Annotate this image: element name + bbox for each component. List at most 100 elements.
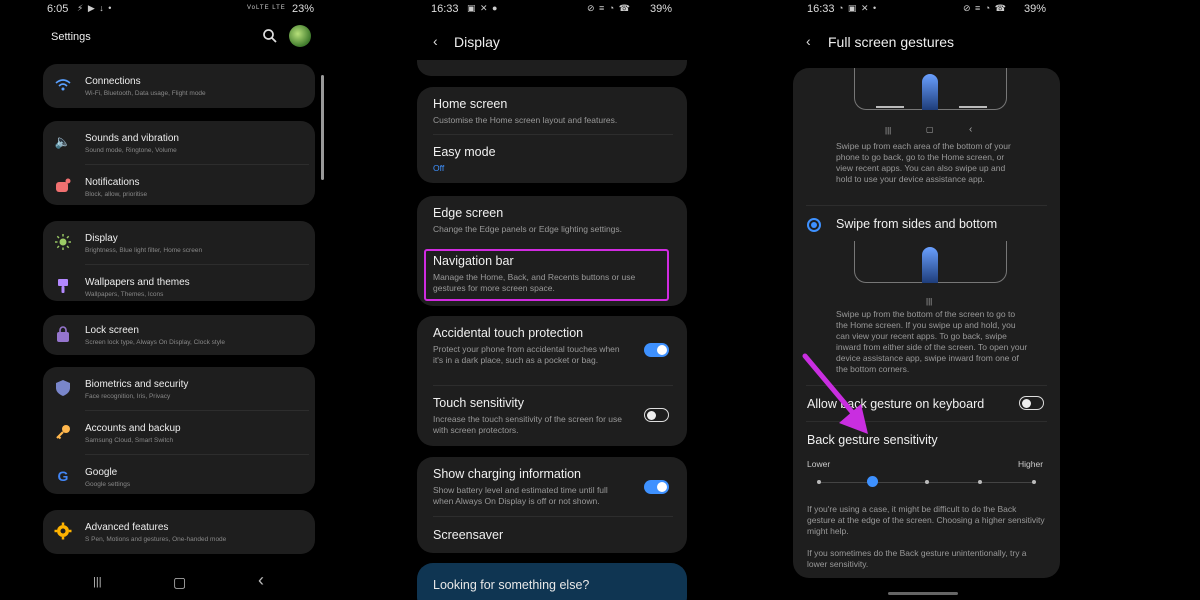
settings-item-charging-info[interactable]: Show charging information Show battery l… (417, 457, 687, 517)
highlight-box (424, 249, 669, 301)
settings-item-title: Lock screen (85, 325, 139, 336)
full-screen-gestures-screen: 16:33 ◔ ▣ ✕ • ⊘ ≡ ◔ ☎ 39% ‹ Full screen … (793, 0, 1068, 600)
wifi-icon (55, 79, 71, 91)
settings-item-touch-sensitivity[interactable]: Touch sensitivity Increase the touch sen… (417, 386, 687, 446)
settings-item-screensaver[interactable]: Screensaver (417, 517, 687, 553)
settings-group-advanced: Advanced features S Pen, Motions and ges… (43, 510, 315, 554)
network-indicator: VoLTE LTE (247, 5, 286, 11)
settings-item-subtitle: Protect your phone from accidental touch… (433, 344, 620, 365)
settings-group-security: Biometrics and security Face recognition… (43, 367, 315, 494)
search-icon[interactable] (262, 28, 278, 44)
settings-item-google[interactable]: G Google Google settings (43, 455, 315, 499)
looking-for-something-card[interactable]: Looking for something else? (417, 563, 687, 600)
settings-item-subtitle: Show battery level and estimated time un… (433, 485, 608, 506)
display-group-home: Home screen Customise the Home screen la… (417, 87, 687, 183)
settings-screen: 6:05 ⚡ ▶ ↓ • VoLTE LTE 23% Settings Conn… (33, 0, 328, 600)
settings-item-biometrics[interactable]: Biometrics and security Face recognition… (43, 367, 315, 411)
settings-item-accounts[interactable]: Accounts and backup Samsung Cloud, Smart… (43, 411, 315, 455)
settings-item-title: Show charging information (433, 467, 581, 481)
status-bar: 16:33 ▣ ✕ ● ⊘ ≡ ◔ ☎ 39% (417, 0, 702, 20)
easy-mode-value: Off (433, 163, 445, 173)
status-icons: ⚡ ▶ ↓ • (77, 3, 113, 13)
settings-item-title: Touch sensitivity (433, 396, 525, 410)
pointer-arrow-icon (802, 353, 868, 434)
settings-item-title: Google (85, 467, 118, 478)
touch-sensitivity-toggle[interactable] (644, 408, 669, 422)
settings-item-title: Connections (85, 76, 141, 87)
settings-item-lock-screen[interactable]: Lock screen Screen lock type, Always On … (43, 313, 315, 357)
brush-icon (58, 279, 68, 293)
settings-item-easy-mode[interactable]: Easy mode Off (417, 135, 687, 183)
status-icons: ▣ ✕ ● (467, 3, 499, 13)
settings-group-sounds: 🔈 Sounds and vibration Sound mode, Ringt… (43, 121, 315, 205)
scrollbar[interactable] (321, 75, 324, 180)
settings-item-title: Sounds and vibration (85, 133, 179, 144)
speaker-icon: 🔈 (54, 134, 72, 149)
settings-item-subtitle: Sound mode, Ringtone, Volume (85, 147, 177, 154)
settings-item-home-screen[interactable]: Home screen Customise the Home screen la… (417, 87, 687, 135)
key-icon (56, 425, 70, 440)
settings-item-title: Advanced features (85, 522, 169, 533)
google-icon: G (57, 468, 69, 484)
settings-item-subtitle: Wi-Fi, Bluetooth, Data usage, Flight mod… (85, 90, 206, 97)
settings-item-subtitle: Customise the Home screen layout and fea… (433, 115, 618, 125)
home-indicator (888, 592, 958, 595)
back-arrow-icon[interactable]: ‹ (433, 33, 438, 49)
settings-item-connections[interactable]: Connections Wi-Fi, Bluetooth, Data usage… (43, 64, 315, 108)
recents-button[interactable]: ||| (93, 576, 102, 588)
settings-item-edge-screen[interactable]: Edge screen Change the Edge panels or Ed… (417, 196, 687, 244)
settings-item-subtitle: Brightness, Blue light filter, Home scre… (85, 247, 203, 254)
settings-group-lock: Lock screen Screen lock type, Always On … (43, 315, 315, 355)
settings-item-subtitle: Change the Edge panels or Edge lighting … (433, 224, 623, 234)
accidental-touch-toggle[interactable] (644, 343, 669, 357)
status-time: 16:33 (431, 3, 459, 15)
previous-card (417, 60, 687, 76)
settings-item-subtitle: Wallpapers, Themes, Icons (85, 291, 164, 298)
settings-item-advanced[interactable]: Advanced features S Pen, Motions and ges… (43, 510, 315, 554)
display-screen: 16:33 ▣ ✕ ● ⊘ ≡ ◔ ☎ 39% ‹ Display Home s… (417, 0, 702, 600)
shield-icon (56, 380, 70, 396)
settings-item-title: Screensaver (433, 528, 504, 542)
settings-item-subtitle: Face recognition, Iris, Privacy (85, 393, 171, 400)
home-button[interactable]: ▢ (173, 574, 186, 591)
settings-item-display[interactable]: Display Brightness, Blue light filter, H… (43, 221, 315, 265)
settings-item-title: Home screen (433, 97, 508, 111)
settings-item-title: Easy mode (433, 145, 496, 159)
settings-group-connections: Connections Wi-Fi, Bluetooth, Data usage… (43, 64, 315, 108)
display-group-touch: Accidental touch protection Protect your… (417, 316, 687, 446)
settings-item-wallpapers[interactable]: Wallpapers and themes Wallpapers, Themes… (43, 265, 315, 309)
status-bar: 6:05 ⚡ ▶ ↓ • VoLTE LTE 23% (33, 0, 328, 20)
status-right-icons: ⊘ ≡ ◔ ☎ (587, 3, 631, 13)
settings-item-title: Biometrics and security (85, 379, 189, 390)
settings-item-title: Edge screen (433, 206, 504, 220)
settings-item-subtitle: Increase the touch sensitivity of the sc… (433, 414, 622, 435)
settings-item-subtitle: S Pen, Motions and gestures, One-handed … (85, 536, 227, 543)
page-title: Display (454, 34, 500, 50)
settings-item-subtitle: Samsung Cloud, Smart Switch (85, 437, 174, 444)
settings-item-subtitle: Screen lock type, Always On Display, Clo… (85, 339, 226, 346)
settings-item-notifications[interactable]: Notifications Block, allow, prioritise (43, 165, 315, 209)
looking-for-something-label: Looking for something else? (433, 578, 590, 592)
charging-info-toggle[interactable] (644, 480, 669, 494)
notification-icon (56, 178, 71, 192)
settings-item-sounds[interactable]: 🔈 Sounds and vibration Sound mode, Ringt… (43, 121, 315, 165)
settings-item-title: Accidental touch protection (433, 326, 584, 340)
settings-group-display: Display Brightness, Blue light filter, H… (43, 221, 315, 301)
settings-item-subtitle: Block, allow, prioritise (85, 191, 148, 198)
battery-level: 39% (649, 3, 672, 15)
lock-icon (57, 326, 69, 342)
settings-item-title: Display (85, 233, 118, 244)
settings-item-accidental-touch[interactable]: Accidental touch protection Protect your… (417, 316, 687, 386)
settings-item-title: Notifications (85, 177, 140, 188)
avatar[interactable] (289, 25, 311, 47)
settings-item-subtitle: Google settings (85, 481, 131, 488)
status-time: 6:05 (47, 3, 69, 15)
settings-item-title: Wallpapers and themes (85, 277, 190, 288)
navigation-bar: ||| ▢ ‹ (33, 568, 328, 600)
back-button[interactable]: ‹ (258, 570, 264, 591)
gear-plus-icon (54, 522, 72, 540)
sun-icon (55, 234, 71, 250)
settings-item-title: Accounts and backup (85, 423, 181, 434)
battery-level: 23% (291, 3, 314, 15)
page-title: Settings (51, 31, 91, 43)
